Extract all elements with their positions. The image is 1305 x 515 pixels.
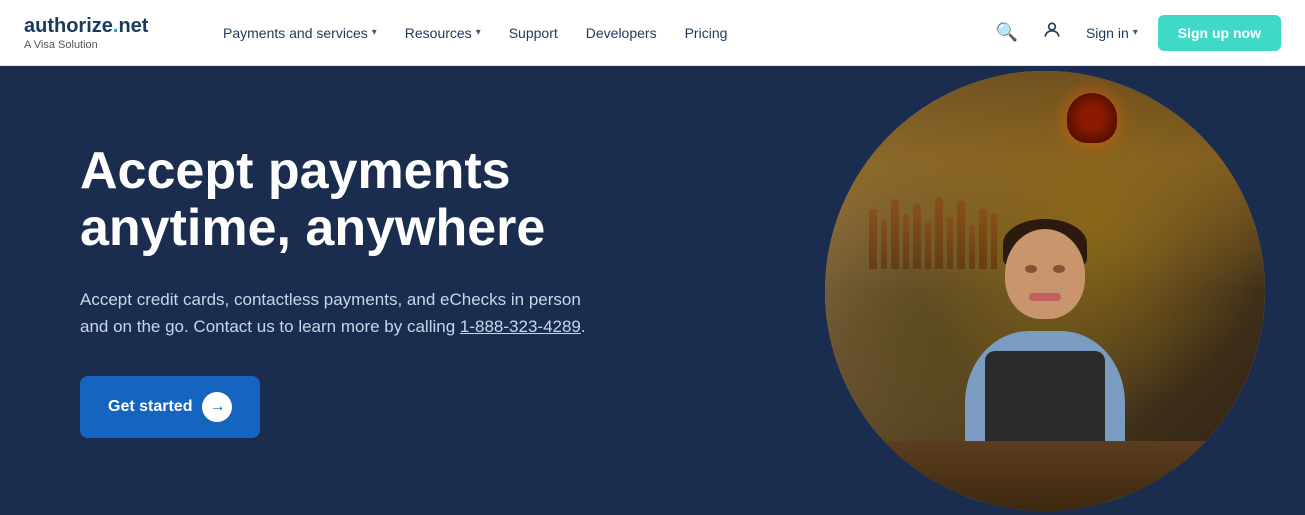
- hero-content: Accept payments anytime, anywhere Accept…: [80, 143, 730, 438]
- logo-brand: authorize.net: [24, 14, 179, 38]
- arrow-right-icon: →: [202, 392, 232, 422]
- nav-item-developers[interactable]: Developers: [574, 17, 669, 49]
- hanging-lamp: [1067, 93, 1117, 143]
- nav-item-support[interactable]: Support: [497, 17, 570, 49]
- nav-links: Payments and services ▾ Resources ▾ Supp…: [211, 17, 992, 49]
- search-icon: 🔍: [996, 22, 1018, 42]
- nav-payments-label: Payments and services: [223, 25, 368, 41]
- nav-item-payments[interactable]: Payments and services ▾: [211, 17, 389, 49]
- hero-image-inner: [825, 71, 1265, 511]
- hero-image-area: [785, 66, 1305, 515]
- cta-label: Get started: [108, 398, 192, 416]
- signin-label: Sign in: [1086, 25, 1129, 41]
- hero-phone-link[interactable]: 1-888-323-4289: [460, 317, 581, 336]
- logo[interactable]: authorize.net A Visa Solution: [24, 14, 179, 51]
- bottle-2: [881, 219, 887, 269]
- nav-support-label: Support: [509, 25, 558, 41]
- chevron-down-icon: ▾: [372, 27, 377, 38]
- account-button[interactable]: [1038, 16, 1066, 49]
- logo-net: net: [118, 15, 148, 37]
- hero-title: Accept payments anytime, anywhere: [80, 143, 730, 257]
- logo-authorize: authorize: [24, 15, 113, 37]
- left-eye: [1025, 265, 1037, 273]
- nav-item-resources[interactable]: Resources ▾: [393, 17, 493, 49]
- account-icon: [1042, 24, 1062, 44]
- signup-button[interactable]: Sign up now: [1158, 15, 1281, 51]
- navbar: authorize.net A Visa Solution Payments a…: [0, 0, 1305, 66]
- hero-description: Accept credit cards, contactless payment…: [80, 286, 600, 340]
- hero-section: Accept payments anytime, anywhere Accept…: [0, 66, 1305, 515]
- bottle-4: [903, 214, 909, 269]
- signin-button[interactable]: Sign in ▾: [1082, 17, 1142, 49]
- smile: [1029, 293, 1061, 301]
- bottle-1: [869, 209, 877, 269]
- nav-right: 🔍 Sign in ▾ Sign up now: [992, 15, 1281, 51]
- logo-subtitle: A Visa Solution: [24, 39, 179, 51]
- chevron-down-icon-3: ▾: [1133, 27, 1138, 38]
- hero-image-circle: [825, 71, 1265, 511]
- nav-developers-label: Developers: [586, 25, 657, 41]
- nav-item-pricing[interactable]: Pricing: [673, 17, 740, 49]
- bottle-3: [891, 199, 899, 269]
- right-eye: [1053, 265, 1065, 273]
- bar-counter: [825, 441, 1265, 511]
- chevron-down-icon-2: ▾: [476, 27, 481, 38]
- nav-resources-label: Resources: [405, 25, 472, 41]
- search-button[interactable]: 🔍: [992, 18, 1022, 47]
- hero-desc-end: .: [581, 317, 586, 336]
- nav-pricing-label: Pricing: [685, 25, 728, 41]
- get-started-button[interactable]: Get started →: [80, 376, 260, 438]
- person-head: [1005, 229, 1085, 319]
